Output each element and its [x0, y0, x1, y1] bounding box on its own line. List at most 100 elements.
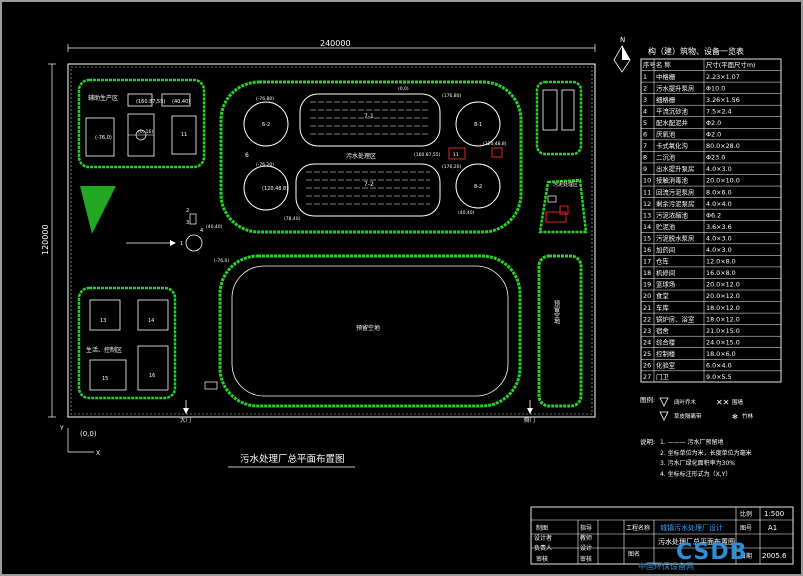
svg-text:(176,80): (176,80) [442, 93, 462, 99]
table-cell: 11 [643, 188, 651, 196]
table-cell: 3.6×3.6 [706, 223, 732, 231]
table-cell: 12 [643, 200, 651, 208]
table-cell: 机修间 [656, 268, 675, 277]
table-cell: 贮泥池 [656, 222, 676, 231]
table-cell: Φ23.0 [706, 154, 725, 162]
table-cell: 二沉池 [656, 153, 676, 162]
table-cell: 4.0×3.0 [706, 246, 732, 254]
table-cell: 4.0×3.0 [706, 234, 732, 242]
table-cell: 6 [643, 131, 647, 139]
svg-text:2. 坐标单位为米，长度单位为毫米: 2. 坐标单位为米，长度单位为毫米 [660, 449, 752, 457]
gate-main: 大门 [180, 416, 191, 424]
table-title: 构（建）筑物、设备一览表 [648, 46, 744, 56]
watermark-text: 中国环保设备网 [638, 562, 694, 571]
table-cell: 2 [643, 84, 647, 92]
scale-value: 1:500 [764, 510, 784, 518]
svg-text:指导: 指导 [580, 524, 592, 532]
table-cell: 出水提升泵房 [656, 164, 694, 173]
table-cell: 27 [643, 373, 651, 381]
zone-living [77, 286, 177, 400]
gate-side: 侧门 [524, 416, 535, 424]
svg-text:16: 16 [149, 373, 155, 379]
zone-sludge-label: 污泥处理区 [553, 181, 578, 188]
svg-text:工程名称: 工程名称 [626, 524, 650, 532]
site-plan: 240000 120000 辅助生产区 (160.87,55) (40,40) … [41, 36, 794, 565]
table-cell: 26 [643, 362, 651, 370]
table-cell: 10 [643, 177, 651, 185]
table-cell: 宿舍 [656, 326, 669, 335]
grass-icon [659, 411, 669, 421]
table-cell: 18 [643, 269, 651, 277]
table-cell: 19 [643, 281, 651, 289]
table-cell: 控制楼 [656, 349, 676, 358]
svg-text:(-76,0): (-76,0) [95, 135, 112, 141]
drawing-date: 2005.6 [762, 552, 787, 560]
table-cell: 5 [643, 119, 647, 127]
table-cell: 4 [643, 107, 647, 115]
table-cell: 中格栅 [656, 72, 676, 81]
svg-text:8-2: 8-2 [474, 184, 482, 190]
project-name: 城镇污水处理厂设计 [660, 523, 723, 532]
zone-disinfection [535, 80, 583, 156]
table-cell: 配水配泥井 [656, 118, 689, 127]
svg-text:7-2: 7-2 [364, 181, 374, 188]
table-cell: 车库 [656, 303, 669, 312]
table-cell: 25 [643, 350, 651, 358]
svg-text:3. 污水厂绿化面积率为30%: 3. 污水厂绿化面积率为30% [660, 459, 735, 467]
bamboo-icon: ✻ [732, 413, 738, 421]
table-cell: 13 [643, 211, 651, 219]
svg-text:负责人: 负责人 [534, 544, 552, 552]
table-cell: 80.0×28.0 [706, 142, 740, 150]
svg-text:(40,40): (40,40) [458, 210, 475, 216]
table-cell: 锅炉房、浴室 [656, 314, 695, 323]
zone-living-label: 生活、控制区 [86, 346, 122, 354]
table-cell: 14 [643, 223, 651, 231]
table-cell: 21.0×15.0 [706, 327, 740, 335]
table-cell: 仓库 [656, 257, 669, 266]
table-header-cell: 名 称 [656, 60, 671, 69]
svg-text:审核: 审核 [536, 555, 548, 563]
svg-text:(40,40): (40,40) [172, 99, 190, 105]
svg-text:设计: 设计 [580, 544, 592, 552]
svg-text:7-1: 7-1 [364, 113, 374, 120]
table-cell: 9.0×5.5 [706, 373, 732, 381]
table-cell: 3 [643, 96, 647, 104]
table-cell: Φ6.2 [706, 211, 721, 219]
table-cell: 18.0×12.0 [706, 315, 740, 323]
table-header-cell: 尺寸(平面尺寸m) [706, 60, 756, 69]
svg-text:(120,48.8): (120,48.8) [262, 186, 288, 192]
table-cell: 接触消毒池 [656, 176, 689, 185]
reserve-big-label: 预留空地 [356, 324, 380, 332]
svg-text:(160.87,55): (160.87,55) [414, 152, 441, 158]
svg-text:2: 2 [186, 208, 189, 214]
table-cell: 12.0×8.0 [706, 258, 736, 266]
svg-text:教师: 教师 [580, 534, 592, 542]
dim-width: 240000 [320, 39, 351, 48]
table-cell: 18.0×12.0 [706, 304, 740, 312]
table-cell: 18.0×6.0 [706, 350, 736, 358]
table-cell: 20.0×10.0 [706, 177, 740, 185]
table-cell: 24.0×15.0 [706, 338, 740, 346]
svg-text:竹林: 竹林 [742, 412, 754, 420]
table-cell: 3.26×1.56 [706, 96, 740, 104]
wall-icon: ✕✕ [716, 398, 729, 407]
dim-height: 120000 [41, 224, 50, 255]
table-cell: 8.0×6.0 [706, 188, 732, 196]
zone-reserve-side [537, 254, 583, 408]
title-block [530, 506, 794, 565]
table-cell: 2.23×1.07 [706, 73, 740, 81]
table-cell: Φ2.0 [706, 131, 721, 139]
reserve-side-label: 预留空地 [553, 299, 560, 324]
table-cell: 7 [643, 142, 647, 150]
svg-text:围墙: 围墙 [732, 398, 744, 406]
table-cell: 8 [643, 154, 647, 162]
svg-text:11: 11 [453, 152, 459, 158]
table-cell: 20.0×12.0 [706, 281, 740, 289]
tree-icon [659, 397, 669, 407]
table-cell: Φ10.0 [706, 84, 725, 92]
table-cell: 门卫 [656, 372, 669, 381]
svg-text:(160.87,55): (160.87,55) [136, 99, 165, 105]
table-cell: 回流污泥泵房 [656, 187, 694, 196]
svg-text:审核: 审核 [580, 555, 592, 563]
svg-text:X: X [96, 450, 100, 457]
